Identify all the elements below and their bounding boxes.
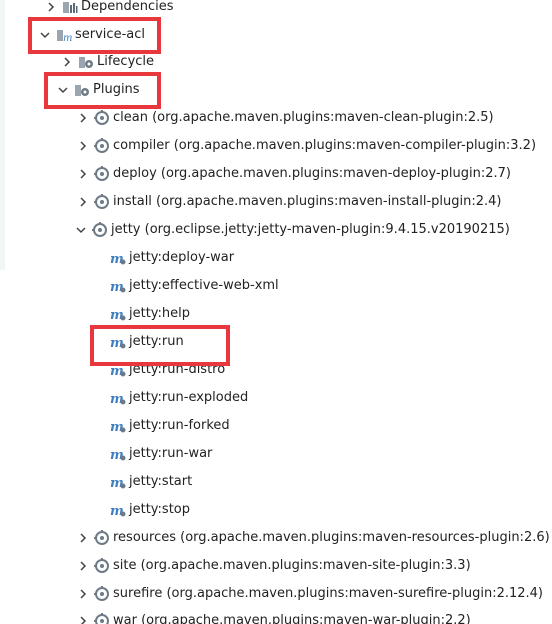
tree-node-label: jetty:run-exploded (129, 390, 249, 405)
tree-node-plugin-surefire[interactable]: surefire (org.apache.maven.plugins:maven… (0, 580, 552, 608)
tree-node-label: surefire (org.apache.maven.plugins:maven… (113, 586, 543, 601)
tree-node-goal-effective-web-xml[interactable]: m jetty:effective-web-xml (0, 272, 552, 300)
tree-node-label: jetty (org.eclipse.jetty:jetty-maven-plu… (111, 222, 510, 237)
tree-node-plugin-jetty[interactable]: jetty (org.eclipse.jetty:jetty-maven-plu… (0, 216, 552, 244)
chevron-right-icon[interactable] (78, 169, 88, 179)
highlight-box-plugins (44, 72, 161, 109)
tree-node-goal-deploy-war[interactable]: m jetty:deploy-war (0, 244, 552, 272)
tree-node-label: compiler (org.apache.maven.plugins:maven… (113, 138, 537, 153)
tree-node-goal-run-distro[interactable]: m jetty:run-distro (0, 356, 552, 384)
tree-node-goal-run-forked[interactable]: m jetty:run-forked (0, 412, 552, 440)
lifecycle-folder-icon (78, 54, 94, 70)
maven-goal-icon: m (110, 502, 126, 518)
tree-node-goal-stop[interactable]: m jetty:stop (0, 496, 552, 524)
tree-node-label: jetty:run-forked (129, 418, 230, 433)
tree-node-label: jetty:run-war (129, 446, 213, 461)
tree-node-label: jetty:stop (129, 502, 191, 517)
tree-node-goal-run-exploded[interactable]: m jetty:run-exploded (0, 384, 552, 412)
plugin-gear-icon (94, 530, 110, 546)
maven-goal-icon: m (110, 250, 126, 266)
tree-node-goal-run[interactable]: m jetty:run (0, 328, 552, 356)
chevron-right-icon[interactable] (62, 57, 72, 67)
tree-node-plugin-compiler[interactable]: compiler (org.apache.maven.plugins:maven… (0, 132, 552, 160)
highlight-box-service-acl (28, 17, 161, 54)
plugin-gear-icon (94, 166, 110, 182)
tree-node-plugin-deploy[interactable]: deploy (org.apache.maven.plugins:maven-d… (0, 160, 552, 188)
plugin-gear-icon (94, 558, 110, 574)
tree-node-plugin-war[interactable]: war (org.apache.maven.plugins:maven-war-… (0, 607, 552, 624)
maven-goal-icon: m (110, 446, 126, 462)
chevron-right-icon[interactable] (78, 589, 88, 599)
tree-node-label: resources (org.apache.maven.plugins:mave… (113, 530, 550, 545)
maven-goal-icon: m (110, 278, 126, 294)
tree-node-goal-start[interactable]: m jetty:start (0, 468, 552, 496)
maven-goal-icon: m (110, 418, 126, 434)
plugin-gear-icon (94, 138, 110, 154)
chevron-right-icon[interactable] (78, 141, 88, 151)
plugin-gear-icon (94, 110, 110, 126)
plugin-gear-icon (94, 613, 110, 624)
highlight-box-jetty-run (90, 325, 230, 366)
chevron-right-icon[interactable] (46, 2, 56, 12)
maven-projects-tree: Dependencies m service-acl Lifecycle Plu… (0, 0, 552, 624)
tree-node-label: site (org.apache.maven.plugins:maven-sit… (113, 558, 471, 573)
tree-node-label: install (org.apache.maven.plugins:maven-… (113, 194, 502, 209)
chevron-right-icon[interactable] (78, 561, 88, 571)
tree-node-label: jetty:help (129, 306, 191, 321)
tree-node-plugin-site[interactable]: site (org.apache.maven.plugins:maven-sit… (0, 552, 552, 580)
chevron-right-icon[interactable] (78, 113, 88, 123)
plugin-gear-icon (94, 194, 110, 210)
plugin-gear-icon (92, 222, 108, 238)
tree-node-label: jetty:start (129, 474, 193, 489)
tree-node-label: clean (org.apache.maven.plugins:maven-cl… (113, 110, 494, 125)
dependencies-folder-icon (62, 0, 78, 15)
chevron-down-icon[interactable] (76, 225, 86, 235)
maven-goal-icon: m (110, 390, 126, 406)
chevron-right-icon[interactable] (78, 197, 88, 207)
tree-node-plugin-install[interactable]: install (org.apache.maven.plugins:maven-… (0, 188, 552, 216)
tree-node-label: Dependencies (81, 0, 174, 14)
chevron-right-icon[interactable] (78, 616, 88, 624)
chevron-right-icon[interactable] (78, 533, 88, 543)
tree-node-label: jetty:deploy-war (129, 250, 235, 265)
maven-goal-icon: m (110, 474, 126, 490)
tree-node-goal-run-war[interactable]: m jetty:run-war (0, 440, 552, 468)
maven-goal-icon: m (110, 306, 126, 322)
tree-node-label: deploy (org.apache.maven.plugins:maven-d… (113, 166, 511, 181)
tree-node-label: war (org.apache.maven.plugins:maven-war-… (113, 613, 471, 624)
tree-node-plugin-resources[interactable]: resources (org.apache.maven.plugins:mave… (0, 524, 552, 552)
plugin-gear-icon (94, 586, 110, 602)
tree-node-label: jetty:effective-web-xml (129, 278, 279, 293)
tree-node-goal-help[interactable]: m jetty:help (0, 300, 552, 328)
tree-node-label: Lifecycle (97, 54, 155, 69)
